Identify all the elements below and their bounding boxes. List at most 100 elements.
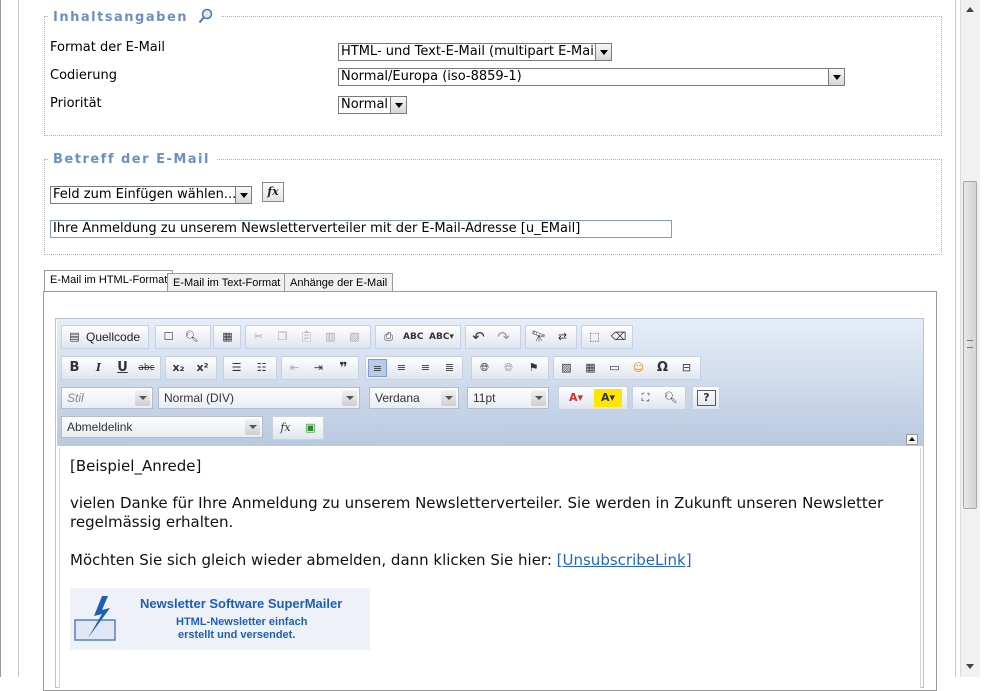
copy-icon[interactable]: ❐ — [273, 328, 292, 346]
template-icon[interactable]: ▦ — [218, 328, 237, 346]
scroll-down-icon[interactable] — [966, 664, 974, 669]
toolbar-group-select: ⬚ ⌫ — [581, 325, 633, 349]
toolbar-group-template: ▦ — [213, 325, 241, 349]
numbered-list-icon[interactable]: ☰ — [227, 359, 246, 377]
encoding-select[interactable]: Normal/Europa (iso-8859-1) — [338, 68, 845, 86]
editor-content[interactable]: [Beispiel_Anrede] vielen Danke für Ihre … — [59, 448, 921, 688]
fx-button[interactable]: fx — [276, 419, 295, 437]
subject-fx-button[interactable]: fx — [262, 182, 284, 202]
toolbar-group-insert: ▨ ▦ ▭ ☺ Ω ⊟ — [553, 356, 701, 380]
new-page-icon[interactable]: ☐ — [159, 328, 178, 346]
chevron-down-icon — [441, 390, 456, 406]
toolbar-group-lists: ☰ ☷ — [223, 356, 277, 380]
scroll-up-icon[interactable] — [966, 7, 974, 12]
cut-icon[interactable]: ✂ — [249, 328, 268, 346]
scroll-thumb[interactable] — [963, 181, 977, 509]
toolbar-group-source: ▤ Quellcode — [61, 325, 149, 349]
toolbar-group-find: 🔭︎ ⇄ — [525, 325, 577, 349]
help-button[interactable]: ? — [697, 390, 716, 406]
paste-word-icon[interactable]: ▧ — [345, 328, 364, 346]
insert-field-select[interactable]: Feld zum Einfügen wählen... — [50, 186, 252, 204]
format-combo[interactable]: Normal (DIV) — [158, 387, 360, 409]
table-icon[interactable]: ▦ — [581, 359, 600, 377]
preview-icon[interactable]: 🔍︎ — [182, 328, 201, 346]
subject-input[interactable]: Ihre Anmeldung zu unserem Newslettervert… — [50, 220, 672, 238]
banner-line-1: HTML-Newsletter einfach — [176, 616, 308, 628]
link-icon[interactable]: 🌐︎ — [475, 359, 494, 377]
toolbar-group-fx: fx ▣ — [272, 416, 324, 440]
grip-icon — [967, 340, 973, 348]
select-all-icon[interactable]: ⬚ — [585, 328, 604, 346]
body-line-2: regelmässig erhalten. — [70, 513, 234, 531]
indent-icon[interactable]: ⇥ — [309, 359, 328, 377]
bulleted-list-icon[interactable]: ☷ — [252, 359, 271, 377]
chevron-down-icon — [235, 187, 251, 203]
greeting-text: [Beispiel_Anrede] — [70, 457, 202, 475]
source-button[interactable]: Quellcode — [86, 328, 140, 346]
banner-line-2: erstellt und versendet. — [178, 629, 296, 641]
chevron-down-icon — [828, 69, 844, 85]
underline-button[interactable]: U — [113, 359, 132, 377]
chevron-down-icon — [531, 390, 546, 406]
smiley-icon[interactable]: ☺ — [629, 359, 648, 377]
subject-legend: Betreff der E-Mail — [53, 152, 210, 167]
placeholder-combo[interactable]: Abmeldelink — [61, 416, 263, 438]
unlink-icon[interactable]: 🌐︎ — [499, 359, 518, 377]
toolbar-group-spell: ⎙ ABC ABC▾ — [375, 325, 461, 349]
collapse-toolbar-button[interactable] — [906, 434, 918, 445]
toolbar-group-indent: ⇤ ⇥ ❞ — [281, 356, 359, 380]
special-char-button[interactable]: Ω — [653, 359, 672, 377]
strike-button[interactable]: abc — [137, 359, 156, 377]
outdent-icon[interactable]: ⇤ — [285, 359, 304, 377]
print-icon[interactable]: ⎙ — [379, 328, 398, 346]
font-combo[interactable]: Verdana — [369, 387, 459, 409]
paste-icon[interactable]: 📋︎ — [297, 328, 316, 346]
unsubscribe-link[interactable]: [UnsubscribeLink] — [557, 551, 692, 569]
image-icon[interactable]: ▨ — [557, 359, 576, 377]
undo-icon[interactable]: ↶ — [469, 328, 488, 346]
bg-color-icon[interactable]: A▾ — [594, 389, 622, 407]
maximize-icon[interactable]: ⛶ — [636, 389, 655, 407]
bold-button[interactable]: B — [65, 359, 84, 377]
tab-html-format[interactable]: E-Mail im HTML-Format — [44, 270, 174, 292]
anchor-flag-icon[interactable]: ⚑ — [524, 359, 543, 377]
page-scrollbar[interactable] — [960, 0, 980, 677]
style-combo[interactable]: Stil — [61, 387, 153, 409]
subscript-button[interactable]: x₂ — [169, 359, 188, 377]
eraser-icon[interactable]: ⌫ — [609, 328, 628, 346]
spellcheck-auto-icon[interactable]: ABC▾ — [429, 328, 454, 346]
tab-text-format[interactable]: E-Mail im Text-Format — [167, 273, 287, 293]
source-icon: ▤ — [69, 330, 80, 343]
toolbar-group-clipboard: ✂ ❐ 📋︎ ▥ ▧ — [245, 325, 371, 349]
banner-logo-icon — [74, 596, 116, 641]
insert-field-icon[interactable]: ▣ — [301, 419, 320, 437]
chevron-down-icon — [595, 44, 611, 60]
toolbar-group-undo: ↶ ↷ — [465, 325, 521, 349]
toolbar-group-colors: A▾ A▾ — [558, 386, 628, 410]
blockquote-icon[interactable]: ❞ — [334, 359, 353, 377]
align-justify-icon[interactable]: ≣ — [440, 359, 459, 377]
format-label: Format der E-Mail — [50, 40, 165, 55]
show-blocks-icon[interactable]: 🔍︎ — [661, 389, 680, 407]
body-line-1: vielen Danke für Ihre Anmeldung zu unser… — [70, 494, 884, 512]
font-size-combo[interactable]: 11pt — [467, 387, 549, 409]
italic-button[interactable]: I — [89, 359, 108, 377]
horizontal-rule-icon[interactable]: ▭ — [605, 359, 624, 377]
chevron-down-icon — [342, 390, 357, 406]
priority-select[interactable]: Normal — [338, 96, 407, 114]
find-icon[interactable]: 🔭︎ — [529, 328, 548, 346]
page-break-icon[interactable]: ⊟ — [677, 359, 696, 377]
align-center-icon[interactable]: ≡ — [392, 359, 411, 377]
superscript-button[interactable]: x² — [193, 359, 212, 377]
toolbar-group-align: ≡ ≡ ≡ ≣ — [365, 356, 463, 380]
format-select[interactable]: HTML- und Text-E-Mail (multipart E-Mail) — [338, 43, 612, 61]
paste-text-icon[interactable]: ▥ — [321, 328, 340, 346]
text-color-icon[interactable]: A▾ — [562, 389, 590, 407]
tab-attachments[interactable]: Anhänge der E-Mail — [284, 273, 394, 293]
align-left-icon[interactable]: ≡ — [368, 359, 387, 377]
spellcheck-icon[interactable]: ABC — [403, 328, 423, 346]
align-right-icon[interactable]: ≡ — [416, 359, 435, 377]
replace-icon[interactable]: ⇄ — [553, 328, 572, 346]
chevron-down-icon — [390, 97, 406, 113]
redo-icon[interactable]: ↷ — [494, 328, 513, 346]
